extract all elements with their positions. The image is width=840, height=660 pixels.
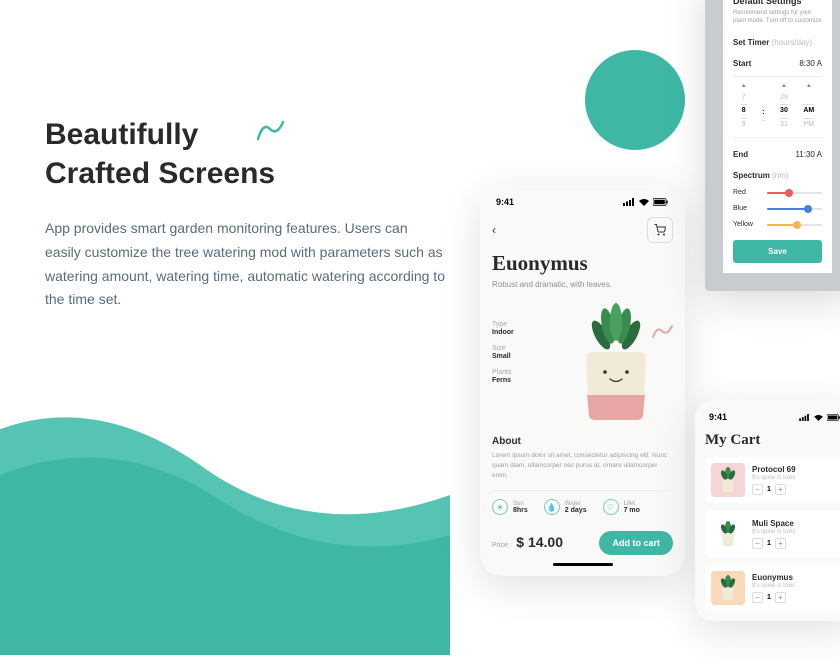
- about-text: Lorem ipsum dolor sit amet, consectetur …: [492, 451, 673, 480]
- product-detail-screen: 9:41 ‹ Euonymus Robust and dramatic, wit…: [480, 185, 685, 576]
- item-name: Muli Space: [752, 519, 839, 528]
- settings-title: Default Settings: [733, 0, 822, 6]
- wave-decoration: [0, 355, 450, 655]
- time-picker[interactable]: ▲789 : ▲293031 ▲ AMPM: [733, 76, 822, 138]
- cart-screen: 9:41 My Cart Protocol 69It's spine is to…: [695, 400, 840, 621]
- end-label: End: [733, 150, 748, 159]
- start-label: Start: [733, 59, 751, 68]
- spectrum-label: Spectrum (nm): [733, 171, 789, 180]
- sun-icon: ☀: [492, 499, 508, 515]
- qty-value: 1: [767, 486, 771, 493]
- item-sub: It's spine is toxic: [752, 529, 839, 535]
- back-icon[interactable]: ‹: [492, 223, 496, 237]
- red-slider[interactable]: Red: [733, 189, 822, 196]
- hero-title: BeautifullyCrafted Screens: [45, 115, 445, 193]
- qty-value: 1: [767, 594, 771, 601]
- blue-slider[interactable]: Blue: [733, 205, 822, 212]
- status-icons: [623, 198, 669, 206]
- home-indicator[interactable]: [553, 563, 613, 566]
- cart-button[interactable]: [647, 217, 673, 243]
- price-value: $ 14.00: [516, 534, 563, 550]
- yellow-slider[interactable]: Yellow: [733, 221, 822, 228]
- status-time: 9:41: [496, 197, 514, 207]
- qty-plus[interactable]: +: [775, 538, 786, 549]
- qty-value: 1: [767, 540, 771, 547]
- squiggle-icon: [651, 322, 675, 340]
- qty-plus[interactable]: +: [775, 592, 786, 603]
- cart-title: My Cart: [705, 432, 840, 449]
- status-icons: [799, 414, 840, 421]
- item-thumbnail: [711, 571, 745, 605]
- product-tagline: Robust and dramatic, with leaves.: [492, 279, 673, 290]
- product-title: Euonymus: [492, 251, 673, 276]
- decorative-circle: [585, 50, 685, 150]
- water-icon: 💧: [544, 499, 560, 515]
- qty-minus[interactable]: −: [752, 538, 763, 549]
- hero-body: App provides smart garden monitoring fea…: [45, 217, 445, 312]
- price-label: Price :: [492, 542, 512, 549]
- item-sub: It's spine is toxic: [752, 475, 839, 481]
- about-heading: About: [492, 436, 673, 447]
- end-value: 11:30 A: [795, 150, 822, 159]
- start-value: 8:30 A: [799, 59, 822, 68]
- qty-minus[interactable]: −: [752, 484, 763, 495]
- status-time: 9:41: [709, 412, 727, 422]
- product-meta: TypeIndoor SizeSmall PlantsFerns: [492, 312, 514, 384]
- settings-subtitle: Recommend settings for your plant mode. …: [733, 9, 822, 26]
- cart-item[interactable]: Protocol 69It's spine is toxic −1 +: [705, 457, 840, 503]
- item-sub: It's spine is toxic: [752, 583, 839, 589]
- save-button[interactable]: Save: [733, 240, 822, 263]
- item-name: Protocol 69: [752, 465, 839, 474]
- add-to-cart-button[interactable]: Add to cart: [599, 531, 673, 555]
- heart-icon: ♡: [603, 499, 619, 515]
- qty-plus[interactable]: +: [775, 484, 786, 495]
- item-thumbnail: [711, 463, 745, 497]
- settings-panel: Default Settings Recommend settings for …: [705, 0, 840, 291]
- qty-minus[interactable]: −: [752, 592, 763, 603]
- item-thumbnail: [711, 517, 745, 551]
- item-name: Euonymus: [752, 573, 839, 582]
- cart-icon: [654, 224, 666, 236]
- cart-item[interactable]: Muli SpaceIt's spine is toxic −1 +: [705, 511, 840, 557]
- timer-label: Set Timer (hours/day): [733, 38, 812, 47]
- product-image: [563, 300, 668, 425]
- cart-item[interactable]: EuonymusIt's spine is toxic −1 +: [705, 565, 840, 611]
